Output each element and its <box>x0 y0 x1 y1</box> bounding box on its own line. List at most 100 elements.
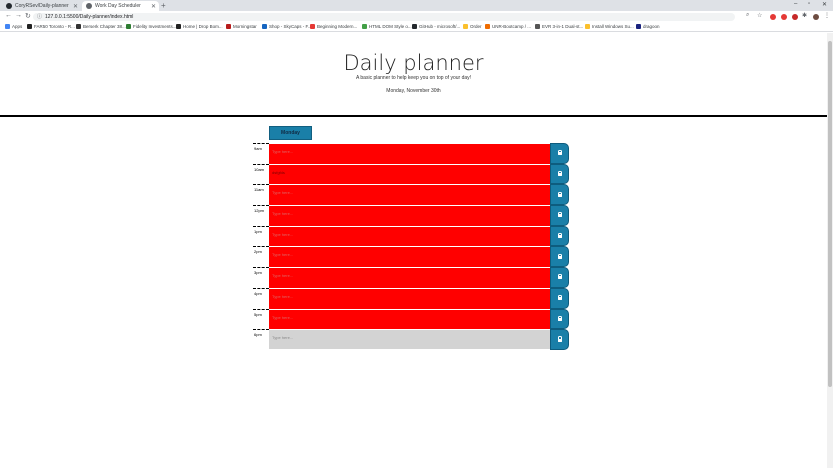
bookmark-label: Shop - SkyCaps - F... <box>269 24 312 29</box>
hour-label: 10am <box>253 163 269 185</box>
page-lead: A basic planner to help keep you on top … <box>355 75 472 81</box>
bookmark-label: Morningstar <box>233 24 257 29</box>
event-textarea[interactable]: Type here... <box>269 143 550 164</box>
save-button[interactable] <box>550 225 569 247</box>
extension-icon[interactable] <box>770 14 776 20</box>
bookmark[interactable]: Install Windows Su... <box>585 24 634 29</box>
page-title: Daily planner <box>343 51 484 75</box>
bookmark[interactable]: Fidelity Investments... <box>126 24 177 29</box>
hour-label: 11am <box>253 184 269 205</box>
lock-icon <box>557 294 562 301</box>
extension-icon[interactable] <box>792 14 798 20</box>
url-text: 127.0.0.1:5500/Daily-planner/index.html <box>45 14 134 20</box>
save-button[interactable] <box>550 163 569 185</box>
bookmark-label: FAR50 Toronto - R... <box>34 24 75 29</box>
gitlab-icon <box>485 24 490 29</box>
bookmark[interactable]: UNR-Bootcamp / ... <box>485 24 531 29</box>
event-textarea[interactable]: dsfgfds <box>269 163 550 185</box>
menu-icon[interactable]: ⋮ <box>824 12 830 19</box>
event-textarea[interactable]: Type here... <box>269 287 550 309</box>
time-block-row: 1pm Type here... <box>253 225 569 247</box>
time-block-row: 10am dsfgfds <box>253 163 569 185</box>
save-button[interactable] <box>550 308 569 330</box>
bookmark[interactable]: Order <box>463 24 482 29</box>
bookmark-icon <box>535 24 540 29</box>
minimize-icon[interactable]: – <box>794 1 797 7</box>
header-divider <box>0 115 827 117</box>
save-button[interactable] <box>550 184 569 206</box>
bookmark[interactable]: Morningstar <box>226 24 257 29</box>
url-field[interactable]: ⓘ 127.0.0.1:5500/Daily-planner/index.htm… <box>33 13 735 21</box>
forward-arrow-icon[interactable]: → <box>15 12 22 19</box>
lock-icon <box>557 232 562 239</box>
event-textarea[interactable]: Type here... <box>269 184 550 206</box>
address-bar-row: ← → ↻ ⓘ 127.0.0.1:5500/Daily-planner/ind… <box>0 11 833 23</box>
close-icon[interactable]: ✕ <box>151 3 159 10</box>
new-tab-icon[interactable]: + <box>161 1 166 10</box>
hour-label: 9am <box>253 143 269 164</box>
globe-icon <box>86 3 92 9</box>
scrollbar-thumb[interactable] <box>828 41 832 387</box>
bookmark[interactable]: Beginning Modern... <box>310 24 357 29</box>
bookmark[interactable]: Home | Drop Bom... <box>176 24 223 29</box>
bookmarks-bar: Apps FAR50 Toronto - R... Berserk Chapte… <box>0 23 833 32</box>
current-day: Monday, November 30th <box>386 88 441 94</box>
lock-icon <box>557 170 562 177</box>
bookmark[interactable]: Apps <box>5 24 22 29</box>
bookmark-icon <box>76 24 81 29</box>
back-arrow-icon[interactable]: ← <box>5 12 12 19</box>
bookmark-icon <box>463 24 468 29</box>
page-viewport: Daily planner A basic planner to help ke… <box>0 33 827 468</box>
time-block-row: 12pm Type here... <box>253 205 569 226</box>
bookmark[interactable]: FAR50 Toronto - R... <box>27 24 75 29</box>
close-window-icon[interactable]: ✕ <box>822 1 827 8</box>
bookmark[interactable]: Shop - SkyCaps - F... <box>262 24 312 29</box>
reload-icon[interactable]: ↻ <box>25 12 31 20</box>
event-textarea[interactable]: Type here... <box>269 246 550 268</box>
puzzle-icon[interactable]: ✱ <box>802 12 807 19</box>
github-icon <box>412 24 417 29</box>
bookmark-label: GitHub - microsoft/... <box>419 24 461 29</box>
bookmark-icon <box>27 24 32 29</box>
bookmark-icon <box>362 24 367 29</box>
event-textarea[interactable]: Type here... <box>269 267 550 288</box>
star-icon[interactable]: ☆ <box>757 12 762 19</box>
hour-label: 4pm <box>253 287 269 309</box>
hour-label: 1pm <box>253 225 269 247</box>
save-button[interactable] <box>550 329 569 350</box>
event-placeholder: Type here... <box>272 335 294 341</box>
info-icon: ⓘ <box>37 14 43 20</box>
lock-icon <box>557 274 562 280</box>
maximize-icon[interactable]: ▫ <box>808 1 810 7</box>
bookmark-icon <box>176 24 181 29</box>
save-button[interactable] <box>550 246 569 268</box>
event-textarea[interactable]: Type here... <box>269 308 550 330</box>
extension-icon[interactable] <box>781 14 787 20</box>
close-icon[interactable]: ✕ <box>73 3 81 10</box>
save-button[interactable] <box>550 267 569 288</box>
event-textarea[interactable]: Type here... <box>269 225 550 247</box>
bookmark[interactable]: HTML DOM Style o... <box>362 24 412 29</box>
save-button[interactable] <box>550 143 569 164</box>
lock-icon <box>557 253 562 259</box>
bookmark-icon <box>636 24 641 29</box>
save-button[interactable] <box>550 287 569 309</box>
lock-icon <box>557 191 562 197</box>
event-textarea[interactable]: Type here... <box>269 205 550 226</box>
bookmark-icon <box>262 24 267 29</box>
tab-title: CoryRSev/Daily-planner <box>15 3 69 9</box>
github-icon <box>6 3 12 9</box>
browser-tab[interactable]: CoryRSev/Daily-planner ✕ <box>2 1 81 11</box>
day-tab[interactable]: Monday <box>269 126 312 140</box>
bookmark[interactable]: EVR 3-in-1 Dual-st... <box>535 24 583 29</box>
bookmark[interactable]: Berserk Chapter 38... <box>76 24 126 29</box>
bookmark[interactable]: GitHub - microsoft/... <box>412 24 460 29</box>
bookmark[interactable]: dragoon <box>636 24 660 29</box>
windows-icon <box>585 24 590 29</box>
bookmark-icon <box>226 24 231 29</box>
save-button[interactable] <box>550 205 569 226</box>
search-icon[interactable]: ⌕ <box>746 12 749 19</box>
event-textarea[interactable]: Type here... <box>269 329 550 350</box>
browser-tab-active[interactable]: Work Day Scheduler ✕ <box>82 1 159 11</box>
avatar[interactable] <box>813 14 819 20</box>
